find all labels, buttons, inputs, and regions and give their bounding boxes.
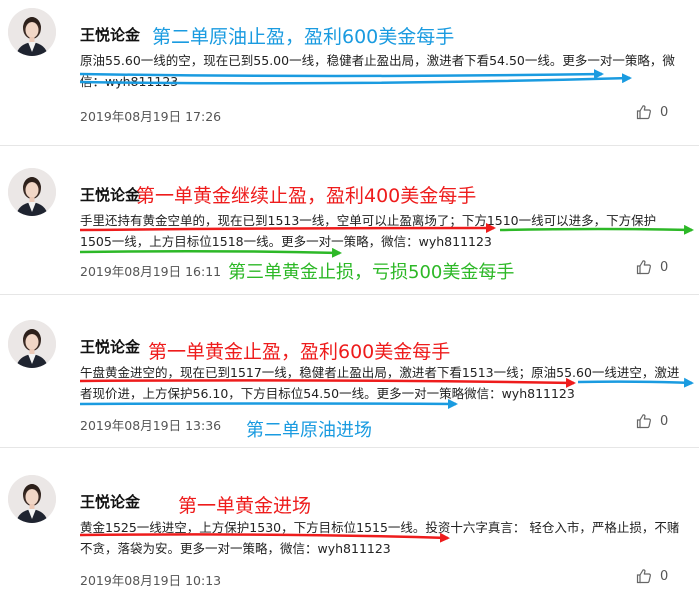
like-count: 0 bbox=[660, 259, 669, 275]
like-button[interactable]: 0 bbox=[636, 568, 668, 584]
post-card: 王悦论金 第一单黄金进场 黄金1525一线进空，上方保护1530，下方目标位15… bbox=[0, 467, 699, 597]
post-title: 第一单黄金止盈，盈利600美金每手 bbox=[148, 341, 451, 363]
thumbs-up-icon bbox=[636, 568, 652, 584]
post-title: 第一单黄金继续止盈，盈利400美金每手 bbox=[136, 185, 477, 207]
post-body: 原油55.60一线的空，现在已到55.00一线，稳健者止盈出局，激进者下看54.… bbox=[80, 53, 675, 89]
post-title: 第二单原油止盈，盈利600美金每手 bbox=[152, 26, 455, 48]
thumbs-up-icon bbox=[636, 104, 652, 120]
divider bbox=[0, 145, 699, 146]
annotation-text: 第三单黄金止损，亏损500美金每手 bbox=[228, 262, 515, 283]
annotation-text: 第二单原油进场 bbox=[246, 420, 372, 441]
thumbs-up-icon bbox=[636, 413, 652, 429]
author-name[interactable]: 王悦论金 bbox=[80, 184, 140, 205]
post-time: 2019年08月19日 16:11 bbox=[80, 264, 222, 279]
like-button[interactable]: 0 bbox=[636, 104, 668, 120]
author-name[interactable]: 王悦论金 bbox=[80, 491, 140, 512]
post-time: 2019年08月19日 13:36 bbox=[80, 418, 222, 433]
post-time: 2019年08月19日 10:13 bbox=[80, 573, 222, 588]
like-button[interactable]: 0 bbox=[636, 259, 668, 275]
divider bbox=[0, 294, 699, 295]
post-card: 王悦论金 第一单黄金继续止盈，盈利400美金每手 手里还持有黄金空单的，现在已到… bbox=[0, 160, 699, 294]
post-card: 王悦论金 第二单原油止盈，盈利600美金每手 原油55.60一线的空，现在已到5… bbox=[0, 0, 699, 145]
like-count: 0 bbox=[660, 413, 669, 429]
post-time: 2019年08月19日 17:26 bbox=[80, 109, 222, 124]
avatar[interactable] bbox=[8, 320, 56, 368]
like-count: 0 bbox=[660, 568, 669, 584]
post-title: 第一单黄金进场 bbox=[178, 495, 312, 517]
avatar[interactable] bbox=[8, 168, 56, 216]
author-name[interactable]: 王悦论金 bbox=[80, 24, 140, 45]
post-body: 黄金1525一线进空，上方保护1530，下方目标位1515一线。投资十六字真言：… bbox=[80, 520, 680, 556]
like-count: 0 bbox=[660, 104, 669, 120]
divider bbox=[0, 447, 699, 448]
like-button[interactable]: 0 bbox=[636, 413, 668, 429]
thumbs-up-icon bbox=[636, 259, 652, 275]
post-body: 手里还持有黄金空单的，现在已到1513一线，空单可以止盈离场了；下方1510一线… bbox=[80, 213, 657, 249]
avatar[interactable] bbox=[8, 8, 56, 56]
post-body: 午盘黄金进空的，现在已到1517一线，稳健者止盈出局，激进者下看1513一线；原… bbox=[80, 365, 680, 401]
author-name[interactable]: 王悦论金 bbox=[80, 336, 140, 357]
avatar[interactable] bbox=[8, 475, 56, 523]
post-card: 王悦论金 第一单黄金止盈，盈利600美金每手 午盘黄金进空的，现在已到1517一… bbox=[0, 312, 699, 447]
